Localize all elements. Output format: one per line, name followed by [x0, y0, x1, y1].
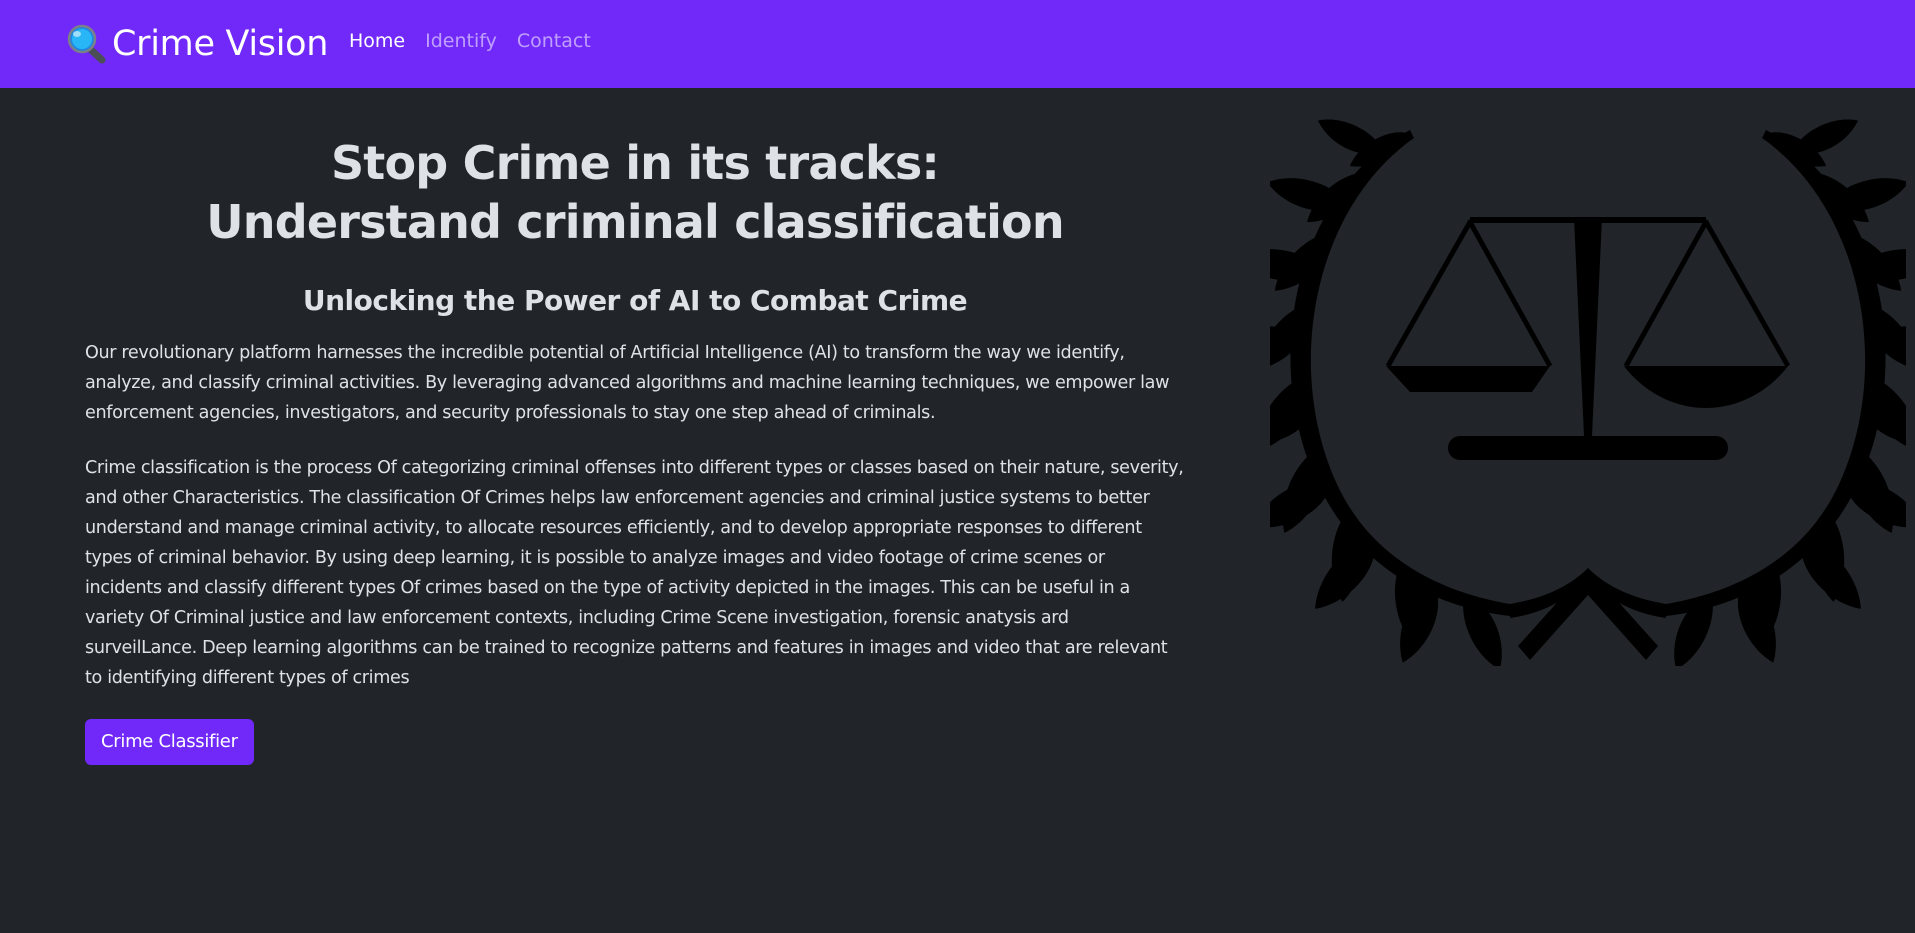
crime-classifier-button[interactable]: Crime Classifier: [85, 719, 254, 765]
magnifying-glass-icon: [67, 24, 106, 64]
hero-title-line1: Stop Crime in its tracks:: [330, 136, 940, 190]
top-navbar: Crime Vision Home Identify Contact: [0, 0, 1915, 88]
main-content: Stop Crime in its tracks: Understand cri…: [85, 88, 1185, 765]
hero-title-line2: Understand criminal classification: [206, 195, 1064, 249]
intro-paragraph: Our revolutionary platform harnesses the…: [85, 343, 1170, 423]
hero-subtitle: Unlocking the Power of AI to Combat Crim…: [302, 284, 968, 317]
brand-title: Crime Vision: [112, 24, 329, 64]
nav-links: Home Identify Contact: [349, 30, 591, 52]
nav-home[interactable]: Home: [349, 30, 405, 52]
hero-title: Stop Crime in its tracks: Understand cri…: [85, 134, 1185, 252]
nav-contact[interactable]: Contact: [517, 30, 591, 52]
brand-link[interactable]: Crime Vision: [66, 22, 328, 66]
scales-of-justice-laurel-icon: [1270, 118, 1906, 666]
nav-identify[interactable]: Identify: [425, 30, 497, 52]
classification-paragraph: Crime classification is the process Of c…: [85, 458, 1184, 688]
